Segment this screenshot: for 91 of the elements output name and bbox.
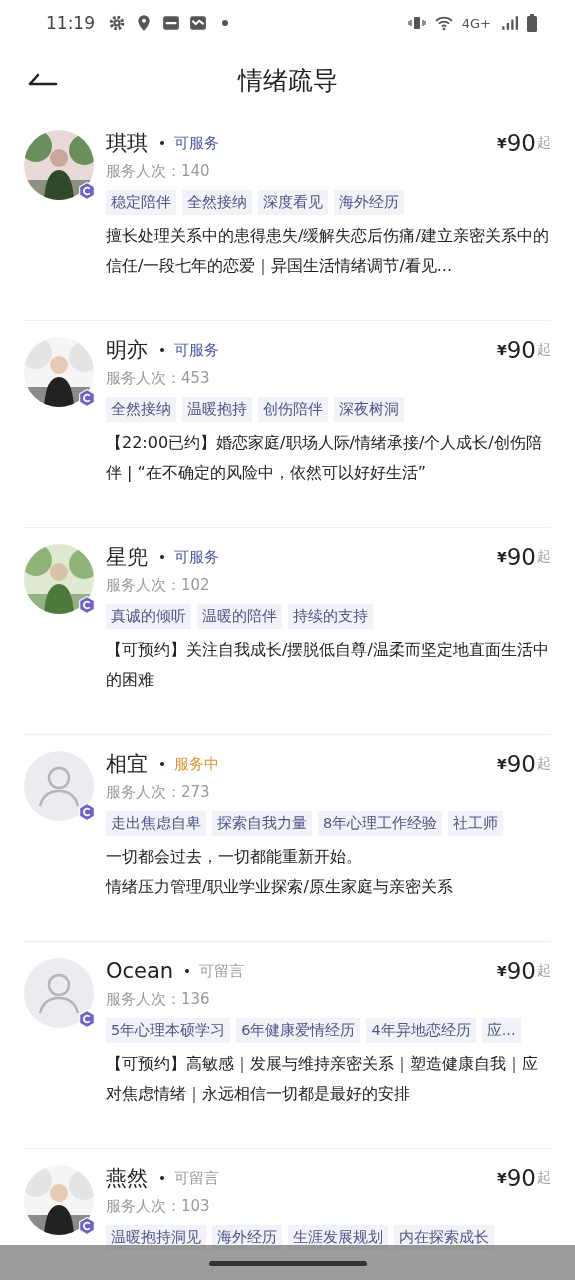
tag: 真诚的倾听	[106, 604, 191, 629]
availability-status: 可服务	[174, 133, 219, 153]
tag: 持续的支持	[288, 604, 373, 629]
avatar-placeholder-icon	[24, 751, 94, 821]
counselor-description: 【可预约】高敏感｜发展与维持亲密关系｜塑造健康自我｜应对焦虑情绪｜永远相信一切都是最好的安排	[106, 1053, 539, 1105]
back-arrow-icon[interactable]	[28, 72, 58, 86]
price: 90	[506, 751, 536, 777]
service-count: 服务人次：136	[106, 990, 211, 1009]
tag: 深夜树洞	[334, 397, 404, 422]
tag: 海外经历	[334, 190, 404, 215]
verified-badge-icon	[78, 1217, 96, 1235]
tag: 8年心理工作经验	[318, 811, 443, 836]
availability-status: 可服务	[174, 547, 219, 567]
price: 90	[506, 337, 536, 363]
availability-status: 可服务	[174, 340, 219, 360]
counselor-name: 明亦	[106, 337, 148, 364]
tag: 温暖的陪伴	[197, 604, 282, 629]
price-suffix: 起	[537, 962, 551, 980]
separator-dot-icon	[160, 1176, 164, 1180]
separator-dot-icon	[160, 762, 164, 766]
price: 90	[506, 544, 536, 570]
currency-symbol: ¥	[496, 342, 507, 358]
tag: 6年健康爱情经历	[236, 1018, 361, 1043]
counselor-name: 燕然	[106, 1165, 148, 1192]
counselor-name: Ocean	[106, 959, 174, 983]
signal-icon	[500, 14, 518, 32]
tag: 全然接纳	[106, 397, 176, 422]
tag: 应...	[481, 1018, 521, 1043]
tag: 温暖抱持	[182, 397, 252, 422]
location-pin-icon	[135, 14, 153, 32]
separator-dot-icon	[185, 969, 190, 973]
verified-badge-icon	[78, 1010, 96, 1028]
counselor-description: 【可预约】关注自我成长/摆脱低自尊/温柔而坚定地直面生活中的困难	[106, 639, 550, 691]
separator-dot-icon	[160, 555, 164, 559]
tag: 温暖抱持洞见	[106, 1225, 206, 1250]
service-count: 服务人次：453	[106, 369, 211, 388]
verified-badge-icon	[78, 596, 96, 614]
price: 90	[506, 958, 536, 984]
status-time: 11:19	[46, 13, 95, 33]
price-suffix: 起	[537, 134, 551, 152]
counselor-description: 【22:00已约】婚恋家庭/职场人际/情绪承接/个人成长/创伤陪伴 | “在不确定的风险中，依然可以好好生活”	[106, 432, 543, 484]
service-count: 服务人次：102	[106, 576, 211, 595]
counselor-name: 琪琪	[106, 130, 148, 157]
tag: 4年异地恋经历	[366, 1018, 476, 1043]
tag: 探索自我力量	[212, 811, 312, 836]
separator-dot-icon	[160, 141, 164, 145]
counselor-name: 星兜	[106, 544, 148, 571]
availability-status: 可留言	[174, 1168, 219, 1188]
service-count: 服务人次：140	[106, 162, 211, 181]
service-count: 服务人次：103	[106, 1197, 211, 1216]
counselor-description: 擅长处理关系中的患得患失/缓解失恋后伤痛/建立亲密关系中的信任/一段七年的恋爱｜异国生活情绪调节/看见...	[106, 225, 550, 277]
tag: 创伤陪伴	[258, 397, 328, 422]
tag: 5年心理本硕学习	[106, 1018, 231, 1043]
separator-dot-icon	[160, 348, 164, 352]
tag: 稳定陪伴	[106, 190, 176, 215]
price: 90	[506, 130, 536, 156]
counselor-description: 一切都会过去，一切都能重新开始。	[106, 846, 363, 868]
page-title: 情绪疏导	[237, 64, 338, 97]
counselor-name: 相宜	[106, 751, 148, 778]
tag: 生涯发展规划	[288, 1225, 388, 1250]
price-suffix: 起	[537, 548, 551, 566]
currency-symbol: ¥	[496, 963, 507, 979]
availability-status: 服务中	[174, 754, 219, 774]
currency-symbol: ¥	[496, 135, 507, 151]
tag: 内在探索成长	[394, 1225, 494, 1250]
price-suffix: 起	[537, 755, 551, 773]
notification-dot-icon	[222, 20, 228, 26]
avatar-placeholder-icon	[24, 958, 94, 1028]
verified-badge-icon	[78, 182, 96, 200]
vibrate-icon	[407, 14, 426, 32]
currency-symbol: ¥	[496, 756, 507, 772]
currency-symbol: ¥	[496, 549, 507, 565]
verified-badge-icon	[78, 389, 96, 407]
battery-icon	[527, 14, 537, 32]
gear-icon	[108, 14, 126, 32]
tag: 海外经历	[212, 1225, 282, 1250]
availability-status: 可留言	[199, 961, 245, 981]
tag: 全然接纳	[182, 190, 252, 215]
wifi-icon	[434, 14, 453, 32]
counselor-description: 情绪压力管理/职业学业探索/原生家庭与亲密关系	[106, 876, 454, 898]
tag: 社工师	[448, 811, 504, 836]
price: 90	[506, 1165, 536, 1191]
service-count: 服务人次：273	[106, 783, 211, 802]
price-suffix: 起	[537, 341, 551, 359]
tag: 深度看见	[258, 190, 328, 215]
network-type: 4G+	[461, 15, 491, 31]
currency-symbol: ¥	[496, 1170, 507, 1186]
wave-app-icon	[189, 14, 207, 32]
verified-badge-icon	[78, 803, 96, 821]
tag: 走出焦虑自卑	[106, 811, 206, 836]
price-suffix: 起	[537, 1169, 551, 1187]
